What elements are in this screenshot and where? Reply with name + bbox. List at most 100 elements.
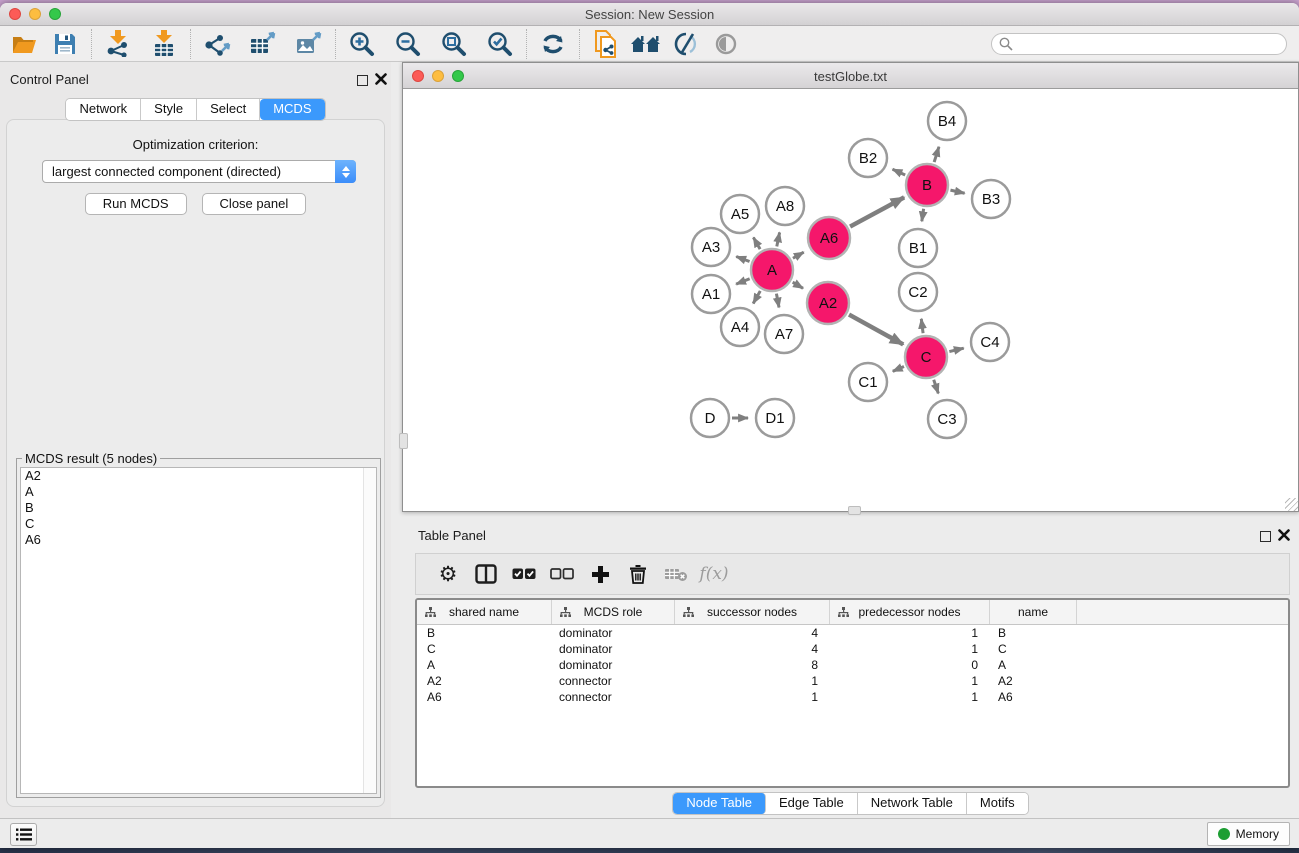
graph-edge-C-C1[interactable] — [893, 366, 904, 371]
graph-node-C4[interactable]: C4 — [971, 323, 1009, 361]
graph-edge-A-A2[interactable] — [793, 282, 803, 288]
close-panel-button[interactable]: Close panel — [202, 193, 307, 215]
table-tab-edge-table[interactable]: Edge Table — [766, 793, 858, 814]
graph-node-D[interactable]: D — [691, 399, 729, 437]
search-input[interactable] — [991, 33, 1287, 55]
graph-node-A[interactable]: A — [751, 249, 793, 291]
graph-edge-A-A3[interactable] — [736, 257, 749, 262]
graph-node-C2[interactable]: C2 — [899, 273, 937, 311]
graph-node-A3[interactable]: A3 — [692, 228, 730, 266]
graph-node-B4[interactable]: B4 — [928, 102, 966, 140]
graph-edge-C-C4[interactable] — [949, 348, 963, 351]
add-column-icon[interactable] — [581, 559, 619, 589]
table-tab-network-table[interactable]: Network Table — [858, 793, 967, 814]
mcds-result-item[interactable]: A6 — [21, 532, 376, 548]
graph-edge-A-A1[interactable] — [736, 279, 750, 284]
graph-node-A5[interactable]: A5 — [721, 195, 759, 233]
function-builder-icon[interactable]: f(x) — [695, 559, 733, 589]
tab-style[interactable]: Style — [141, 99, 197, 120]
mcds-result-item[interactable]: B — [21, 500, 376, 516]
graph-node-A2[interactable]: A2 — [807, 282, 849, 324]
table-row[interactable]: Adominator80A — [417, 657, 1288, 673]
table-row[interactable]: Cdominator41C — [417, 641, 1288, 657]
delete-icon[interactable] — [619, 559, 657, 589]
mcds-result-item[interactable]: C — [21, 516, 376, 532]
tab-network[interactable]: Network — [66, 99, 141, 120]
network-resize-grip[interactable] — [1285, 498, 1298, 511]
eye-icon[interactable] — [709, 29, 743, 59]
close-panel-icon[interactable] — [1278, 529, 1290, 541]
export-image-icon[interactable] — [292, 29, 326, 59]
run-mcds-button[interactable]: Run MCDS — [85, 193, 187, 215]
home-icon[interactable] — [629, 29, 663, 59]
table-tab-node-table[interactable]: Node Table — [673, 793, 766, 814]
float-panel-icon[interactable] — [357, 75, 368, 86]
graph-node-A6[interactable]: A6 — [808, 217, 850, 259]
table-row[interactable]: Bdominator41B — [417, 625, 1288, 641]
hide-panels-icon[interactable] — [669, 29, 703, 59]
memory-button[interactable]: Memory — [1207, 822, 1290, 846]
task-history-button[interactable] — [10, 823, 37, 846]
network-bottom-handle[interactable] — [848, 506, 861, 515]
tab-mcds[interactable]: MCDS — [260, 99, 324, 120]
graph-edge-A2-C[interactable] — [849, 315, 903, 345]
graph-edge-A-A5[interactable] — [753, 237, 760, 249]
column-header-successor-nodes[interactable]: successor nodes — [675, 600, 830, 624]
table-tab-motifs[interactable]: Motifs — [967, 793, 1028, 814]
graph-node-B2[interactable]: B2 — [849, 139, 887, 177]
graph-node-D1[interactable]: D1 — [756, 399, 794, 437]
graph-edge-C-C2[interactable] — [921, 319, 923, 333]
mcds-list-scrollbar[interactable] — [363, 468, 376, 793]
graph-node-B3[interactable]: B3 — [972, 180, 1010, 218]
clone-network-icon[interactable] — [589, 29, 623, 59]
zoom-fit-icon[interactable] — [437, 29, 471, 59]
graph-edge-A-A4[interactable] — [753, 291, 760, 304]
float-panel-icon[interactable] — [1260, 531, 1271, 542]
graph-node-A7[interactable]: A7 — [765, 315, 803, 353]
graph-node-B[interactable]: B — [906, 164, 948, 206]
graph-node-A1[interactable]: A1 — [692, 275, 730, 313]
zoom-selected-icon[interactable] — [483, 29, 517, 59]
graph-edge-A6-B[interactable] — [850, 197, 904, 226]
refresh-icon[interactable] — [536, 29, 570, 59]
save-session-icon[interactable] — [48, 29, 82, 59]
close-panel-icon[interactable] — [375, 73, 387, 85]
tab-select[interactable]: Select — [197, 99, 260, 120]
graph-edge-A-A7[interactable] — [776, 294, 779, 308]
import-table-icon[interactable] — [147, 29, 181, 59]
graph-node-A4[interactable]: A4 — [721, 308, 759, 346]
delete-table-icon[interactable] — [657, 559, 695, 589]
network-left-handle[interactable] — [399, 433, 408, 449]
network-canvas[interactable]: B4 B2 B B3 A8A5 A6 A3 B1 A A1 C2 A2 A4A7 C4 C C1 D D1 C3 — [403, 89, 1298, 511]
graph-edge-B-B3[interactable] — [950, 190, 964, 193]
zoom-out-icon[interactable] — [391, 29, 425, 59]
zoom-in-icon[interactable] — [345, 29, 379, 59]
columns-icon[interactable] — [467, 559, 505, 589]
export-network-icon[interactable] — [200, 29, 234, 59]
column-header-predecessor-nodes[interactable]: predecessor nodes — [830, 600, 990, 624]
graph-node-C[interactable]: C — [905, 336, 947, 378]
graph-edge-A-A8[interactable] — [777, 232, 780, 246]
deselect-all-icon[interactable] — [543, 559, 581, 589]
graph-node-A8[interactable]: A8 — [766, 187, 804, 225]
graph-edge-A-A6[interactable] — [793, 252, 804, 258]
open-session-icon[interactable] — [8, 29, 42, 59]
column-header-MCDS-role[interactable]: MCDS role — [552, 600, 675, 624]
graph-edge-C-C3[interactable] — [934, 380, 939, 394]
graph-edge-B-B1[interactable] — [922, 209, 924, 222]
export-table-icon[interactable] — [246, 29, 280, 59]
table-row[interactable]: A2connector11A2 — [417, 673, 1288, 689]
column-header-shared-name[interactable]: shared name — [417, 600, 552, 624]
column-header-name[interactable]: name — [990, 600, 1077, 624]
graph-edge-B-B4[interactable] — [934, 147, 939, 162]
mcds-result-item[interactable]: A — [21, 484, 376, 500]
select-all-icon[interactable] — [505, 559, 543, 589]
graph-node-C1[interactable]: C1 — [849, 363, 887, 401]
mcds-result-item[interactable]: A2 — [21, 468, 376, 484]
criterion-select[interactable]: largest connected component (directed) — [42, 160, 356, 183]
graph-edge-B-B2[interactable] — [893, 169, 906, 175]
table-row[interactable]: A6connector11A6 — [417, 689, 1288, 705]
graph-node-C3[interactable]: C3 — [928, 400, 966, 438]
import-network-icon[interactable] — [101, 29, 135, 59]
graph-node-B1[interactable]: B1 — [899, 229, 937, 267]
